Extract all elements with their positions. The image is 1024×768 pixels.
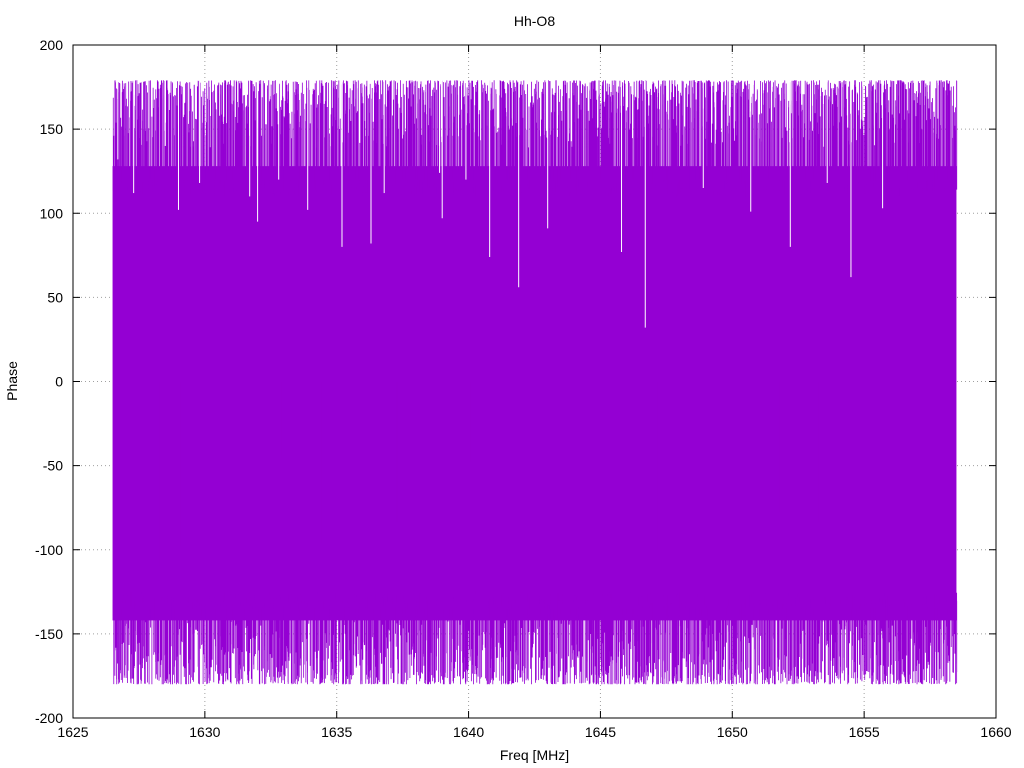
- y-tick-label: 100: [40, 205, 64, 221]
- chart-title: Hh-O8: [514, 13, 555, 29]
- phase-band: [112, 166, 957, 621]
- y-tick-label: 50: [47, 289, 63, 305]
- y-tick-label: 150: [40, 121, 64, 137]
- y-tick-label: -150: [35, 626, 63, 642]
- phase-series: [112, 80, 958, 685]
- x-tick-label: 1660: [980, 724, 1011, 740]
- x-tick-label: 1625: [57, 724, 88, 740]
- y-tick-label: -100: [35, 542, 63, 558]
- x-tick-label: 1650: [717, 724, 748, 740]
- y-tick-label: 200: [40, 37, 64, 53]
- y-tick-label: -50: [43, 458, 63, 474]
- x-axis-label: Freq [MHz]: [500, 747, 569, 763]
- x-tick-label: 1640: [453, 724, 484, 740]
- x-tick-label: 1655: [849, 724, 880, 740]
- x-tick-label: 1635: [321, 724, 352, 740]
- y-tick-label: 0: [55, 374, 63, 390]
- x-tick-label: 1645: [585, 724, 616, 740]
- y-axis-label: Phase: [4, 361, 20, 401]
- phase-chart: 1625 1630 1635 1640 1645 1650 1655 1660 -200 -150…: [4, 13, 1012, 763]
- x-tick-label: 1630: [189, 724, 220, 740]
- y-tick-label: -200: [35, 710, 63, 726]
